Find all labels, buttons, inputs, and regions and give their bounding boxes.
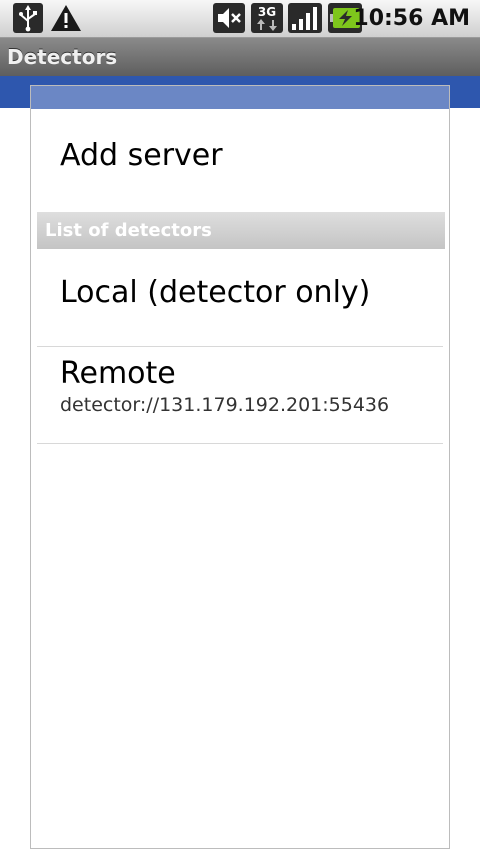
signal-icon — [288, 3, 322, 33]
network-3g-icon: 3G — [251, 3, 283, 33]
list-item-title: Remote — [60, 356, 176, 391]
title-bar: Detectors — [0, 38, 480, 76]
page-title: Detectors — [7, 45, 118, 69]
section-header-detectors: List of detectors — [37, 212, 445, 249]
panel-top-tint — [31, 86, 449, 109]
network-3g-label: 3G — [258, 5, 276, 19]
list-item-title: Local (detector only) — [60, 275, 371, 310]
list-item-local[interactable]: Local (detector only) — [37, 275, 443, 310]
status-time: 10:56 AM — [353, 6, 470, 31]
screen: 3G 10:56 AM Detectors Add server List of… — [0, 0, 480, 854]
status-bar: 3G 10:56 AM — [0, 0, 480, 38]
list-item-remote[interactable]: Remote detector://131.179.192.201:55436 — [37, 356, 443, 416]
usb-icon — [13, 3, 43, 33]
list-item-subtitle: detector://131.179.192.201:55436 — [60, 394, 390, 416]
mute-icon — [213, 3, 245, 33]
divider — [37, 443, 443, 444]
detectors-panel: Add server List of detectors Local (dete… — [30, 85, 450, 849]
add-server-label: Add server — [60, 138, 223, 173]
add-server-item[interactable]: Add server — [37, 138, 443, 173]
divider — [37, 346, 443, 347]
warning-icon — [51, 5, 81, 31]
